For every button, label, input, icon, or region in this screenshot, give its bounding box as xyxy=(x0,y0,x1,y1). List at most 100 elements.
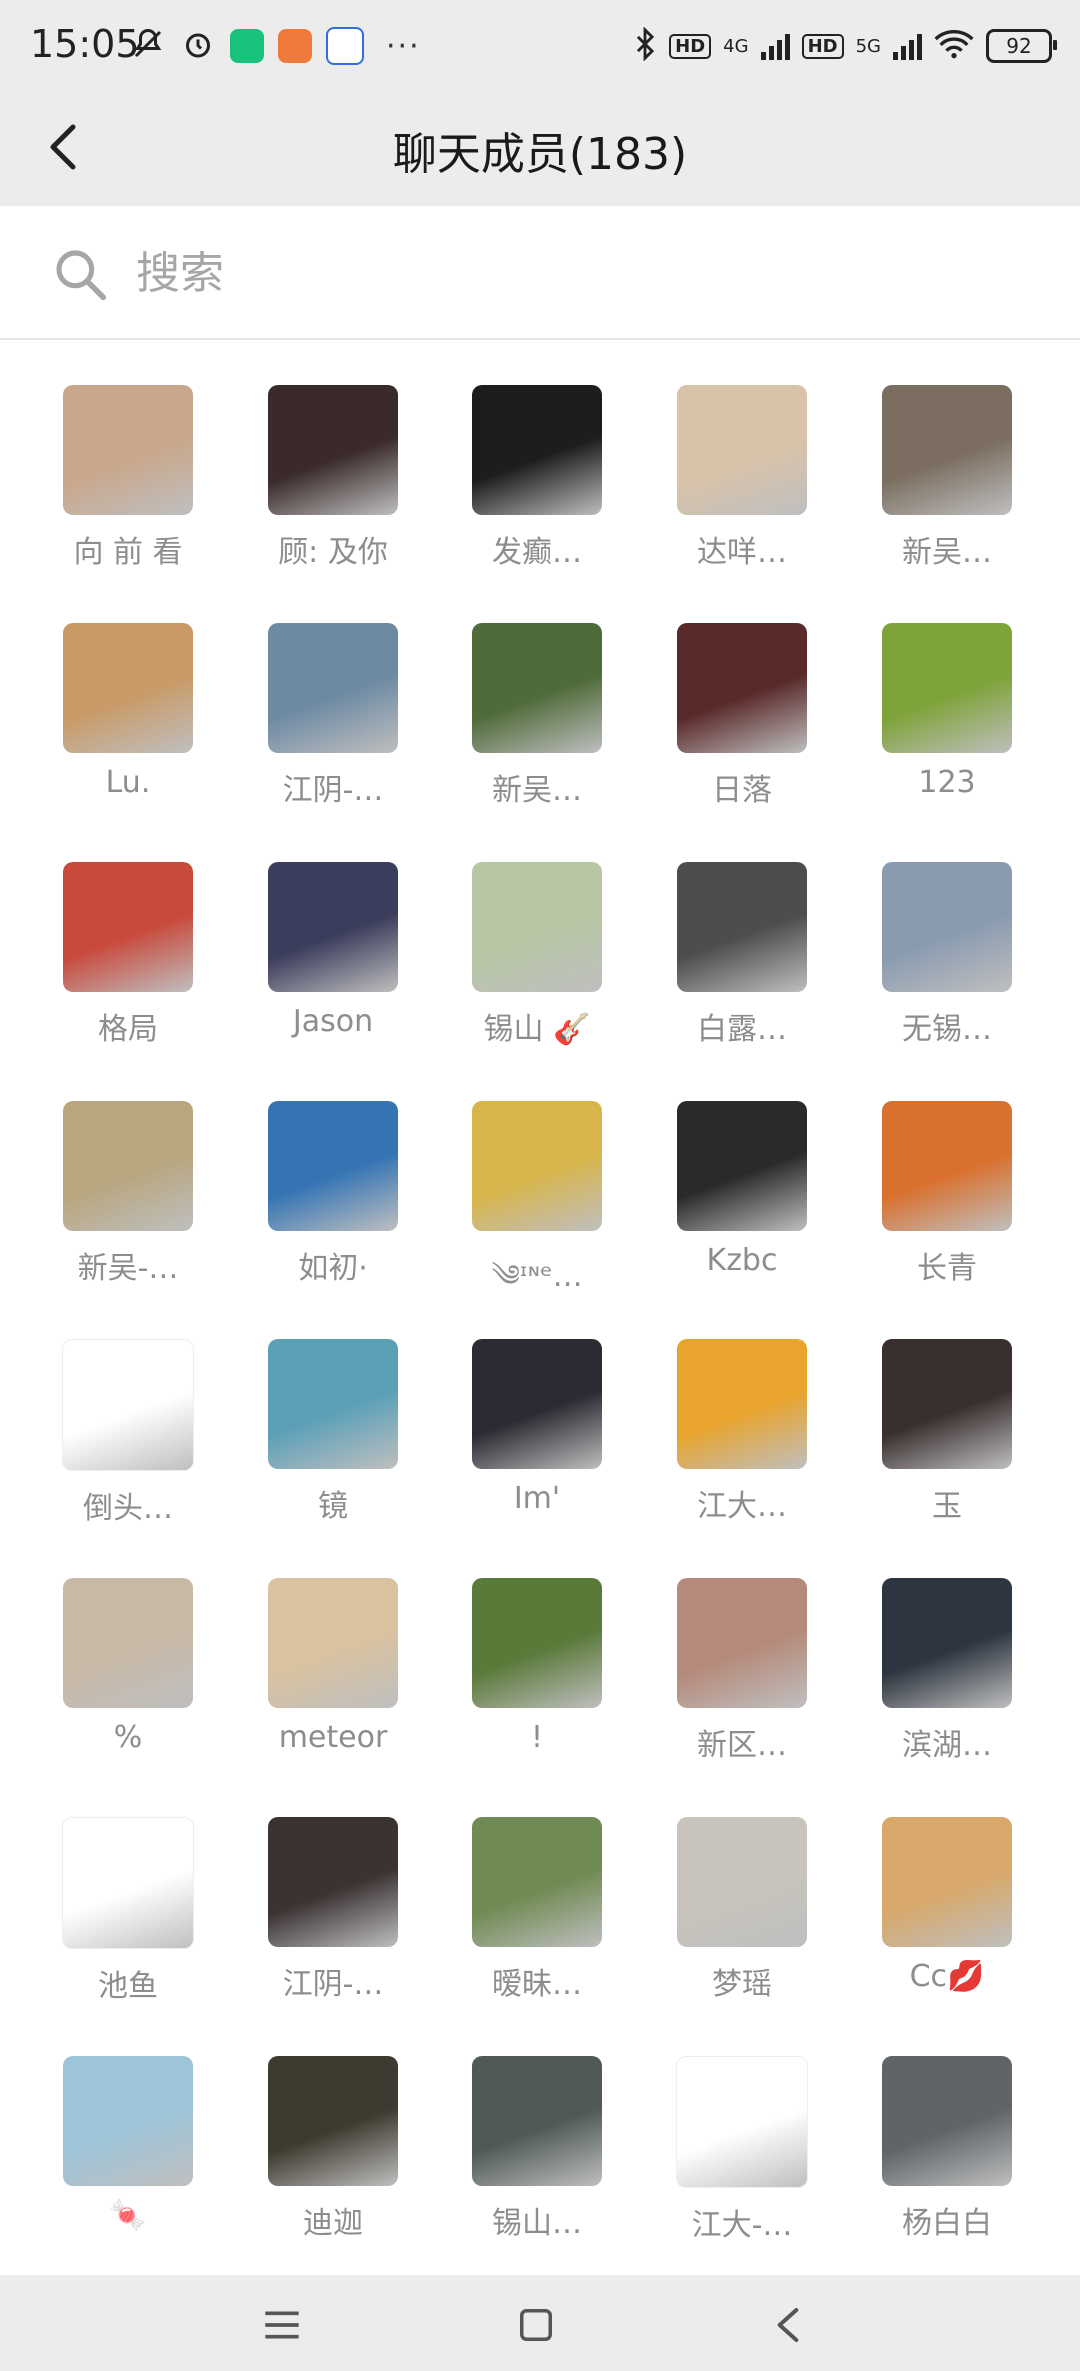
member-item[interactable]: 新区… xyxy=(652,1578,832,1764)
avatar xyxy=(882,2056,1012,2186)
member-item[interactable]: Im' xyxy=(447,1339,627,1516)
member-item[interactable]: 江大… xyxy=(652,1339,832,1525)
member-item[interactable]: 梦瑶 xyxy=(652,1817,832,2003)
member-item[interactable]: 暧昧… xyxy=(447,1817,627,2003)
app-notification-icon xyxy=(230,29,264,63)
member-item[interactable]: 镜 xyxy=(243,1339,423,1525)
member-name: Kzbc xyxy=(706,1243,778,1278)
member-name: 池鱼 xyxy=(98,1969,158,2004)
member-item[interactable]: 123 xyxy=(857,623,1037,800)
bluetooth-icon xyxy=(633,26,657,65)
member-item[interactable]: 白露… xyxy=(652,862,832,1048)
avatar xyxy=(472,1817,602,1947)
member-name: 长青 xyxy=(917,1251,977,1286)
member-name: 白露… xyxy=(697,1012,787,1047)
avatar xyxy=(882,623,1012,753)
avatar xyxy=(677,1101,807,1231)
member-name: 无锡… xyxy=(902,1012,992,1047)
member-item[interactable]: 玉 xyxy=(857,1339,1037,1525)
mute-icon xyxy=(130,26,166,66)
member-name: Jason xyxy=(292,1004,374,1039)
hd-badge: HD xyxy=(669,33,712,59)
member-item[interactable]: 格局 xyxy=(38,862,218,1048)
more-notifications-icon: ··· xyxy=(386,28,421,64)
avatar xyxy=(472,2056,602,2186)
avatar xyxy=(63,2056,193,2186)
member-item[interactable]: 达咩… xyxy=(652,385,832,571)
avatar xyxy=(676,2056,808,2188)
avatar xyxy=(62,1339,194,1471)
member-item[interactable]: ༄ᶦᶰᵉ… xyxy=(447,1101,627,1327)
member-item[interactable]: 新吴… xyxy=(447,623,627,809)
avatar xyxy=(472,1578,602,1708)
avatar xyxy=(677,1339,807,1469)
member-item[interactable]: 发癫… xyxy=(447,385,627,571)
member-item[interactable]: 池鱼 xyxy=(38,1817,218,2005)
home-button[interactable] xyxy=(506,2295,566,2355)
member-item[interactable]: 向 前 看 xyxy=(38,385,218,571)
member-item[interactable]: 日落 xyxy=(652,623,832,809)
member-item[interactable]: 杨白白 xyxy=(857,2056,1037,2242)
member-item[interactable]: 无锡… xyxy=(857,862,1037,1048)
member-item[interactable]: Kzbc xyxy=(652,1101,832,1278)
member-item[interactable]: 江阴-… xyxy=(243,623,423,809)
member-item[interactable]: Lu. xyxy=(38,623,218,800)
member-item[interactable]: Jason xyxy=(243,862,423,1039)
member-item[interactable]: meteor xyxy=(243,1578,423,1755)
avatar xyxy=(472,385,602,515)
member-item[interactable]: 锡山 🎸 xyxy=(447,862,627,1048)
avatar xyxy=(63,1101,193,1231)
member-item[interactable]: 江大-… xyxy=(652,2056,832,2244)
avatar xyxy=(63,385,193,515)
member-name: Cc💋 xyxy=(909,1959,985,1994)
system-back-button[interactable] xyxy=(758,2295,818,2355)
member-item[interactable]: Cc💋 xyxy=(857,1817,1037,1994)
member-item[interactable]: 顾: 及你 xyxy=(243,385,423,571)
member-name: % xyxy=(113,1720,143,1755)
member-item[interactable]: % xyxy=(38,1578,218,1755)
member-item[interactable]: 迪迦 xyxy=(243,2056,423,2242)
member-item[interactable]: 倒头… xyxy=(38,1339,218,1527)
member-name: 江阴-… xyxy=(282,773,384,808)
avatar xyxy=(268,1817,398,1947)
member-name: 向 前 看 xyxy=(73,535,183,570)
network-type: 4G xyxy=(723,35,749,57)
member-item[interactable]: 新吴-… xyxy=(38,1101,218,1287)
member-item[interactable]: 🍬 xyxy=(38,2056,218,2233)
member-name: 新区… xyxy=(697,1728,787,1763)
member-item[interactable]: 滨湖… xyxy=(857,1578,1037,1764)
member-item[interactable]: 新吴… xyxy=(857,385,1037,571)
avatar xyxy=(268,2056,398,2186)
member-name: 江阴-… xyxy=(282,1967,384,2002)
member-name: 发癫… xyxy=(492,535,582,570)
avatar xyxy=(882,1578,1012,1708)
member-name: 镜 xyxy=(318,1489,348,1524)
member-name: 🍬 xyxy=(109,2198,147,2233)
member-name: 玉 xyxy=(932,1489,962,1524)
avatar xyxy=(882,1101,1012,1231)
avatar xyxy=(677,862,807,992)
avatar xyxy=(472,862,602,992)
member-item[interactable]: ! xyxy=(447,1578,627,1755)
member-name: 倒头… xyxy=(83,1491,173,1526)
alarm-icon xyxy=(180,26,216,66)
member-item[interactable]: 长青 xyxy=(857,1101,1037,1287)
signal-icon xyxy=(760,32,790,60)
search-input[interactable] xyxy=(134,236,1018,310)
search-icon xyxy=(56,250,107,301)
hd-badge: HD xyxy=(801,33,844,59)
avatar xyxy=(677,1578,807,1708)
avatar xyxy=(62,1817,194,1949)
member-item[interactable]: 如初· xyxy=(243,1101,423,1287)
avatar xyxy=(677,385,807,515)
wifi-icon xyxy=(934,28,974,64)
menu-icon xyxy=(265,2311,299,2339)
member-item[interactable]: 锡山… xyxy=(447,2056,627,2242)
avatar xyxy=(882,1817,1012,1947)
member-name: ! xyxy=(530,1720,544,1755)
recent-apps-button[interactable] xyxy=(252,2295,312,2355)
avatar xyxy=(882,862,1012,992)
member-name: meteor xyxy=(278,1720,388,1755)
member-item[interactable]: 江阴-… xyxy=(243,1817,423,2003)
system-nav-bar xyxy=(0,2275,1080,2371)
